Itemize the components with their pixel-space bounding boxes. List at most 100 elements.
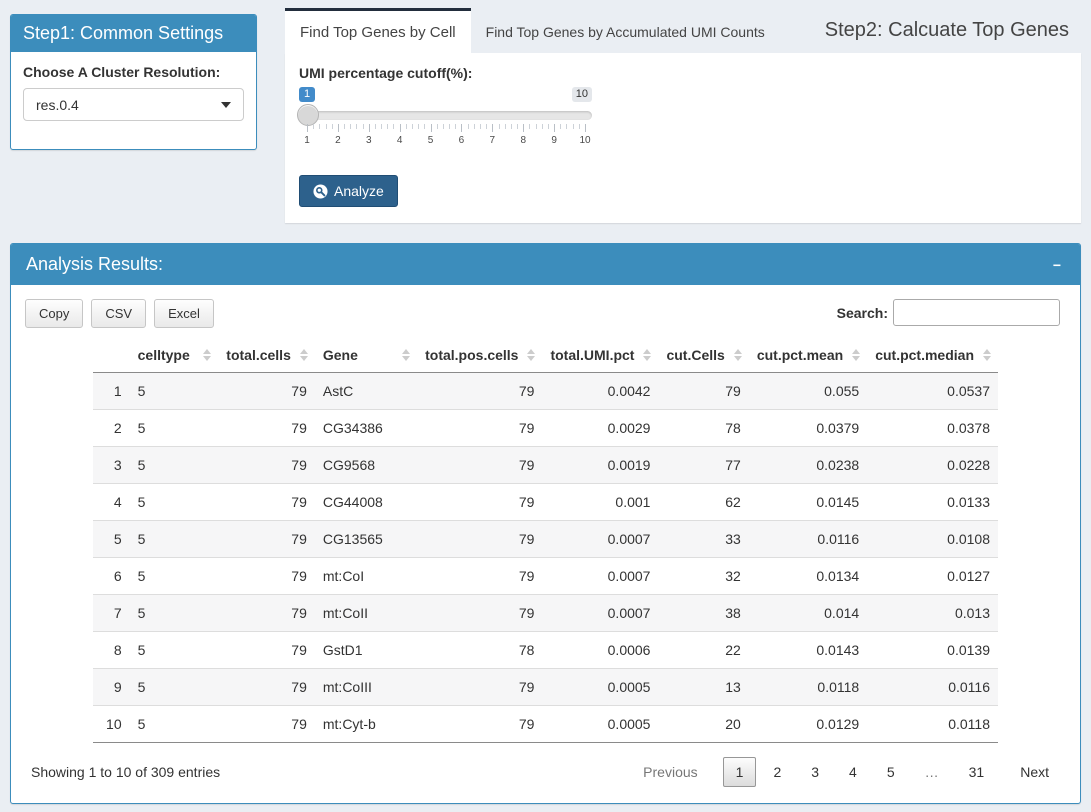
- column-header-cut-cells[interactable]: cut.Cells: [658, 338, 748, 373]
- slider-track[interactable]: [299, 111, 592, 120]
- pagination-page-2[interactable]: 2: [760, 757, 794, 787]
- slider-handle[interactable]: [297, 104, 319, 126]
- cell-cut-pct-mean: 0.0238: [749, 447, 867, 484]
- cell-gene: CG13565: [315, 521, 417, 558]
- cell-cut-pct-median: 0.0133: [867, 484, 998, 521]
- step2-tabbox: Find Top Genes by Cell Find Top Genes by…: [285, 8, 1081, 223]
- cluster-resolution-label: Choose A Cluster Resolution:: [23, 64, 244, 80]
- collapse-minus-icon[interactable]: −: [1049, 257, 1065, 273]
- slider-tick-label: 5: [428, 135, 434, 146]
- sort-icon: [300, 349, 308, 361]
- analyze-label: Analyze: [334, 183, 384, 199]
- analyze-button[interactable]: Analyze: [299, 175, 398, 207]
- slider-tick-minor: [542, 124, 543, 129]
- table-row: 5579CG13565790.0007330.01160.0108: [93, 521, 998, 558]
- cell-total-pos-cells: 79: [417, 595, 542, 632]
- cell-total-cells: 79: [218, 521, 315, 558]
- row-number: 2: [93, 410, 130, 447]
- column-header-total-cells[interactable]: total.cells: [218, 338, 315, 373]
- cell-gene: mt:Cyt-b: [315, 706, 417, 743]
- cell-celltype: 5: [130, 410, 219, 447]
- slider-tick-minor: [536, 124, 537, 129]
- column-header-total-pos-cells[interactable]: total.pos.cells: [417, 338, 542, 373]
- slider-tick-minor: [449, 124, 450, 129]
- slider-tick-minor: [529, 124, 530, 129]
- cell-gene: CG9568: [315, 447, 417, 484]
- pagination-ellipsis: …: [912, 757, 952, 787]
- csv-button[interactable]: CSV: [91, 299, 146, 328]
- slider-tick-label: 2: [335, 135, 341, 146]
- slider-tick-minor: [474, 124, 475, 129]
- caret-down-icon: [221, 102, 231, 108]
- slider-tick-minor: [579, 124, 580, 129]
- cell-cut-pct-median: 0.0139: [867, 632, 998, 669]
- cell-celltype: 5: [130, 595, 219, 632]
- pagination-previous[interactable]: Previous: [630, 757, 710, 787]
- cell-total-umi-pct: 0.0007: [542, 558, 658, 595]
- slider-tick-minor: [548, 124, 549, 129]
- slider-tick-minor: [418, 124, 419, 129]
- cell-celltype: 5: [130, 521, 219, 558]
- search-input[interactable]: [893, 299, 1060, 326]
- cell-celltype: 5: [130, 447, 219, 484]
- cell-celltype: 5: [130, 669, 219, 706]
- cell-total-umi-pct: 0.0005: [542, 669, 658, 706]
- slider-tick-minor: [375, 124, 376, 129]
- column-header-cut-pct-median[interactable]: cut.pct.median: [867, 338, 998, 373]
- slider-tick-minor: [437, 124, 438, 129]
- step1-panel: Step1: Common Settings Choose A Cluster …: [10, 14, 257, 150]
- pagination-page-31[interactable]: 31: [956, 757, 998, 787]
- pagination-page-4[interactable]: 4: [836, 757, 870, 787]
- cell-total-cells: 79: [218, 669, 315, 706]
- tab-nav: Find Top Genes by Cell Find Top Genes by…: [285, 8, 1081, 53]
- step1-body: Choose A Cluster Resolution: res.0.4: [11, 52, 256, 149]
- cell-cut-pct-median: 0.0127: [867, 558, 998, 595]
- analysis-results-title: Analysis Results:: [26, 254, 163, 275]
- pagination-next[interactable]: Next: [1007, 757, 1062, 787]
- cell-cut-cells: 32: [658, 558, 748, 595]
- cell-cut-pct-mean: 0.0116: [749, 521, 867, 558]
- cell-total-pos-cells: 79: [417, 558, 542, 595]
- slider-tick-major: [554, 124, 555, 132]
- pagination-page-1[interactable]: 1: [723, 757, 757, 787]
- export-buttons: Copy CSV Excel: [25, 299, 214, 328]
- umi-cutoff-slider: 1 10 12345678910: [299, 85, 592, 163]
- cell-total-umi-pct: 0.0042: [542, 373, 658, 410]
- column-header-cut-pct-mean[interactable]: cut.pct.mean: [749, 338, 867, 373]
- cluster-resolution-value: res.0.4: [36, 97, 79, 113]
- tab-find-top-genes-by-cell[interactable]: Find Top Genes by Cell: [285, 8, 471, 53]
- slider-tick-minor: [350, 124, 351, 129]
- table-search: Search:: [837, 299, 1060, 326]
- pagination-page-3[interactable]: 3: [798, 757, 832, 787]
- copy-button[interactable]: Copy: [25, 299, 83, 328]
- column-header-celltype[interactable]: celltype: [130, 338, 219, 373]
- slider-grid: 12345678910: [307, 124, 585, 156]
- pagination-page-5[interactable]: 5: [874, 757, 908, 787]
- cell-gene: CG44008: [315, 484, 417, 521]
- cluster-resolution-select[interactable]: res.0.4: [23, 88, 244, 121]
- row-number: 4: [93, 484, 130, 521]
- table-row: 9579mt:CoIII790.0005130.01180.0116: [93, 669, 998, 706]
- sort-icon: [852, 349, 860, 361]
- slider-tick-minor: [560, 124, 561, 129]
- slider-tick-major: [307, 124, 308, 132]
- slider-tick-minor: [344, 124, 345, 129]
- cell-cut-cells: 79: [658, 373, 748, 410]
- table-row: 2579CG34386790.0029780.03790.0378: [93, 410, 998, 447]
- cell-cut-pct-median: 0.0228: [867, 447, 998, 484]
- column-header-total-umi-pct[interactable]: total.UMI.pct: [542, 338, 658, 373]
- excel-button[interactable]: Excel: [154, 299, 214, 328]
- slider-tick-minor: [443, 124, 444, 129]
- cell-total-cells: 79: [218, 706, 315, 743]
- tab-find-top-genes-by-umi-counts[interactable]: Find Top Genes by Accumulated UMI Counts: [471, 8, 780, 53]
- slider-tick-minor: [332, 124, 333, 129]
- step1-title: Step1: Common Settings: [23, 23, 223, 43]
- cell-cut-pct-mean: 0.014: [749, 595, 867, 632]
- slider-tick-minor: [424, 124, 425, 129]
- slider-tick-minor: [326, 124, 327, 129]
- column-header-gene[interactable]: Gene: [315, 338, 417, 373]
- sort-icon: [402, 349, 410, 361]
- cell-celltype: 5: [130, 558, 219, 595]
- cell-gene: GstD1: [315, 632, 417, 669]
- slider-tick-minor: [566, 124, 567, 129]
